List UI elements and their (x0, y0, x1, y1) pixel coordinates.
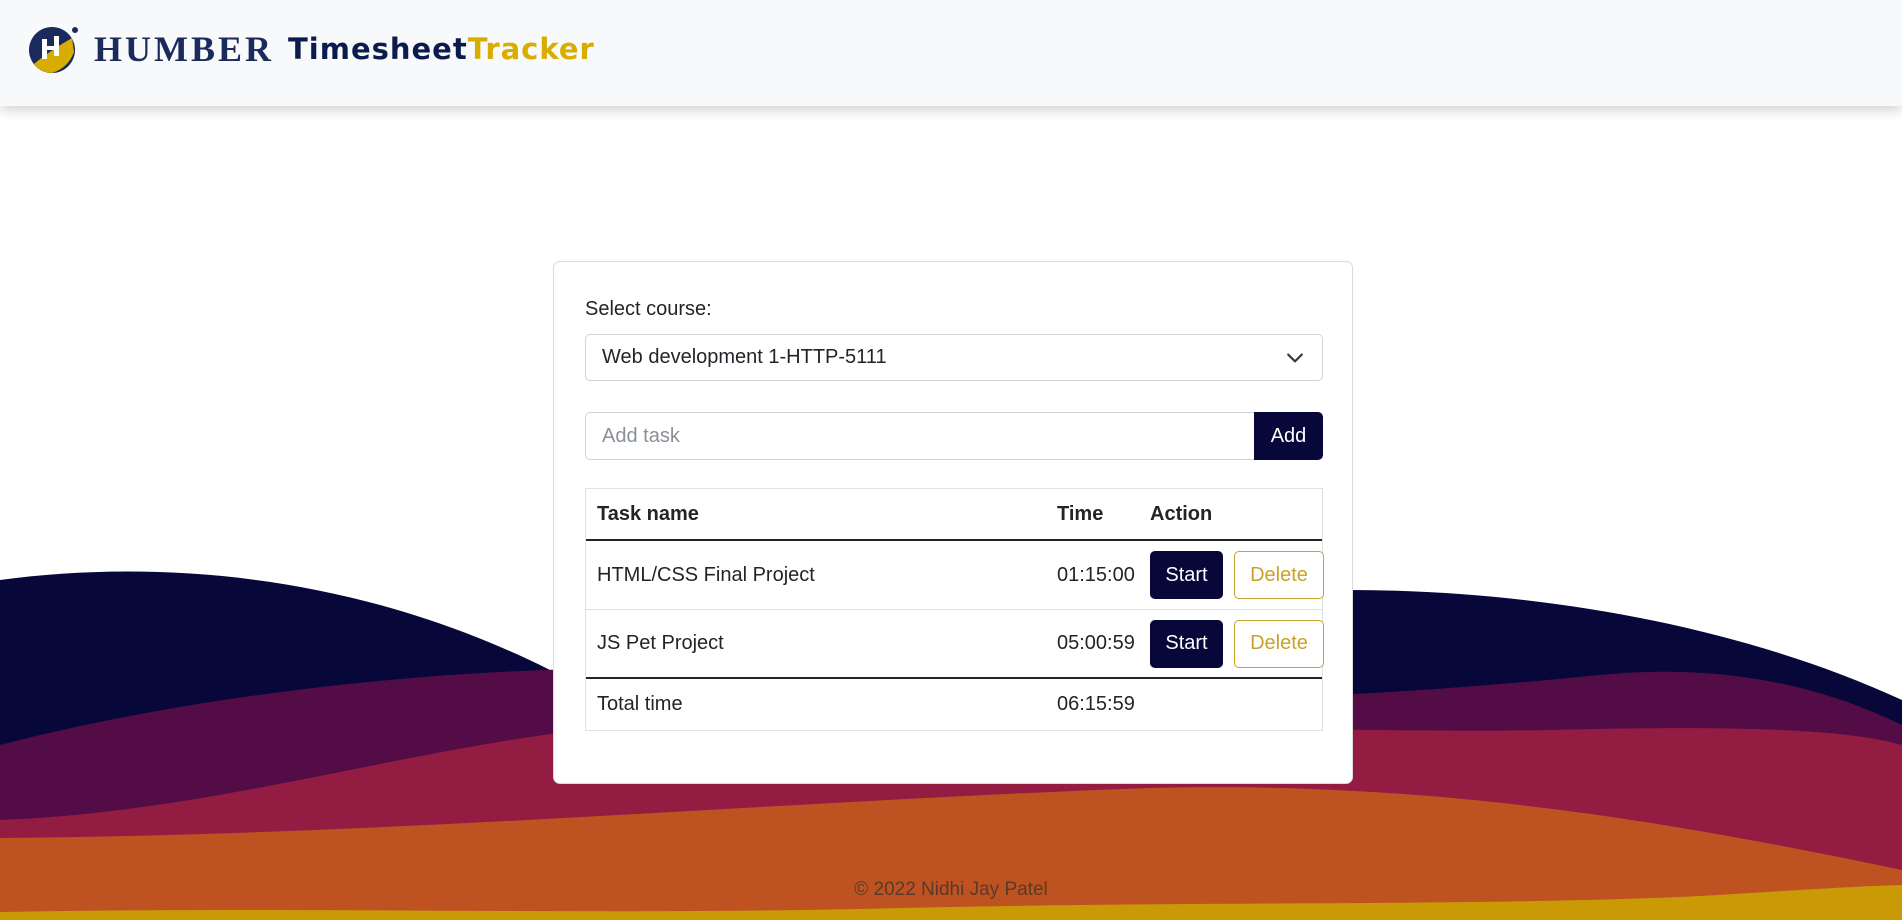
navbar: HUMBER TimesheetTracker (0, 0, 1902, 106)
chevron-down-icon (1287, 353, 1303, 363)
start-button[interactable]: Start (1150, 619, 1223, 668)
app-title-tracker: Tracker (467, 32, 595, 66)
table-row: JS Pet Project 05:00:59 Start Delete (586, 610, 1324, 679)
task-name: JS Pet Project (597, 632, 724, 654)
task-actions: Start Delete (1150, 551, 1324, 599)
header-task-name: Task name (597, 502, 699, 525)
delete-button[interactable]: Delete (1234, 619, 1324, 668)
start-button[interactable]: Start (1150, 551, 1223, 599)
course-select-value: Web development 1-HTTP-5111 (602, 346, 887, 368)
humber-h-icon (29, 27, 78, 73)
brand-logo-link[interactable]: HUMBER TimesheetTracker (28, 24, 595, 74)
task-table: Task name Time Action HTML/CSS Final Pro… (585, 488, 1324, 731)
task-actions: Start Delete (1150, 619, 1324, 668)
timesheet-card: Select course: Web development 1-HTTP-51… (553, 261, 1353, 784)
total-time: 06:15:59 (1057, 693, 1135, 715)
footer-copyright: © 2022 Nidhi Jay Patel (854, 879, 1048, 900)
total-label: Total time (597, 693, 683, 715)
delete-button[interactable]: Delete (1234, 551, 1324, 599)
task-name: HTML/CSS Final Project (597, 563, 815, 586)
task-time: 01:15:00 (1057, 563, 1135, 586)
add-task-group: Add (585, 412, 1323, 460)
add-task-button[interactable]: Add (1254, 412, 1323, 460)
total-row: Total time 06:15:59 (586, 679, 1322, 730)
app-title-timesheet: Timesheet (288, 32, 468, 66)
app-title: TimesheetTracker (288, 32, 595, 66)
brand-name: HUMBER (94, 29, 274, 69)
course-label: Select course: (585, 298, 712, 320)
table-header-row: Task name Time Action (586, 489, 1322, 541)
task-input[interactable] (585, 412, 1254, 460)
header-action: Action (1150, 502, 1213, 525)
header-time: Time (1057, 502, 1104, 525)
task-time: 05:00:59 (1057, 632, 1135, 654)
course-select[interactable]: Web development 1-HTTP-5111 (585, 334, 1323, 381)
table-row: HTML/CSS Final Project 01:15:00 Start De… (586, 541, 1324, 610)
